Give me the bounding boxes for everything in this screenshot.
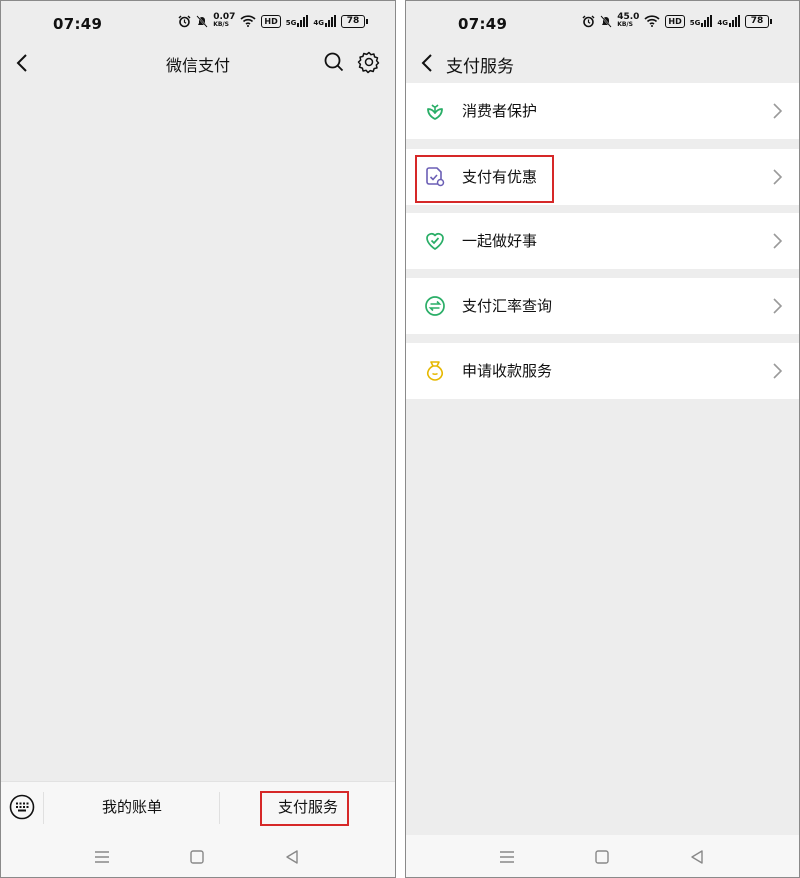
status-bar: 07:49 0.07 KB/S HD 5G 4G 78: [1, 1, 395, 45]
network-speed: 0.07 KB/S: [213, 12, 236, 29]
status-time: 07:49: [53, 15, 103, 33]
list-item-receive-payment[interactable]: 申请收款服务: [406, 343, 799, 399]
signal-4g: 4G: [313, 15, 336, 27]
home-icon[interactable]: [592, 847, 612, 867]
wifi-icon: [240, 15, 256, 27]
mute-bell-icon: [196, 14, 208, 28]
list-item-exchange-rate[interactable]: 支付汇率查询: [406, 278, 799, 334]
chevron-right-icon: [773, 169, 783, 185]
chevron-right-icon: [773, 103, 783, 119]
chevron-right-icon: [773, 298, 783, 314]
tab-divider: [219, 792, 220, 824]
list-item-label: 申请收款服务: [462, 362, 553, 380]
system-nav-bar: [1, 835, 395, 877]
chevron-right-icon: [773, 363, 783, 379]
status-icons: 45.0 KB/S HD 5G 4G 78: [582, 12, 772, 29]
chevron-right-icon: [773, 233, 783, 249]
page-title: 支付服务: [446, 57, 514, 77]
menu-icon[interactable]: [497, 847, 517, 867]
nav-bar: 支付服务: [406, 45, 799, 81]
list-item-pay-discounts[interactable]: 支付有优惠: [406, 149, 799, 205]
highlight-box: [415, 155, 554, 203]
alarm-icon: [582, 15, 595, 27]
exchange-icon: [425, 296, 445, 316]
signal-5g: 5G: [286, 15, 309, 27]
signal-4g: 4G: [717, 15, 740, 27]
hd-badge: HD: [665, 14, 685, 28]
hd-badge: HD: [261, 14, 281, 28]
status-bar: 07:49 45.0 KB/S HD 5G 4G 78: [406, 1, 799, 45]
alarm-icon: [178, 15, 191, 27]
keyboard-icon[interactable]: [9, 794, 35, 820]
back-arrow-icon[interactable]: [416, 51, 440, 75]
battery-indicator: 78: [341, 14, 368, 28]
shield-leaf-icon: [427, 104, 443, 120]
highlight-box: [260, 791, 349, 826]
wechat-pay-screen: 07:49 0.07 KB/S HD 5G 4G 78 微信支付 我的账单 支付服…: [0, 0, 396, 878]
system-nav-bar: [406, 835, 799, 877]
home-icon[interactable]: [187, 847, 207, 867]
money-bag-icon: [426, 361, 444, 381]
tab-my-bills[interactable]: 我的账单: [87, 796, 177, 817]
back-triangle-icon[interactable]: [687, 847, 707, 867]
signal-5g: 5G: [690, 15, 713, 27]
heart-check-icon: [426, 233, 444, 250]
list-item-label: 支付汇率查询: [462, 297, 553, 315]
mute-bell-icon: [600, 14, 612, 28]
list-item-consumer-protection[interactable]: 消费者保护: [406, 83, 799, 139]
search-icon[interactable]: [323, 51, 345, 73]
pay-services-screen: 07:49 45.0 KB/S HD 5G 4G 78 支付服务 消费者保护 支付…: [405, 0, 800, 878]
wifi-icon: [644, 15, 660, 27]
gear-icon[interactable]: [357, 50, 381, 74]
nav-bar: 微信支付: [1, 45, 395, 81]
battery-indicator: 78: [745, 14, 772, 28]
status-icons: 0.07 KB/S HD 5G 4G 78: [178, 12, 368, 29]
list-item-label: 一起做好事: [462, 232, 538, 250]
back-triangle-icon[interactable]: [282, 847, 302, 867]
status-time: 07:49: [458, 15, 508, 33]
menu-icon[interactable]: [92, 847, 112, 867]
network-speed: 45.0 KB/S: [617, 12, 640, 29]
list-item-label: 消费者保护: [462, 102, 538, 120]
list-item-do-good[interactable]: 一起做好事: [406, 213, 799, 269]
bottom-tab-bar: 我的账单 支付服务: [1, 781, 395, 835]
tab-divider: [43, 792, 44, 824]
